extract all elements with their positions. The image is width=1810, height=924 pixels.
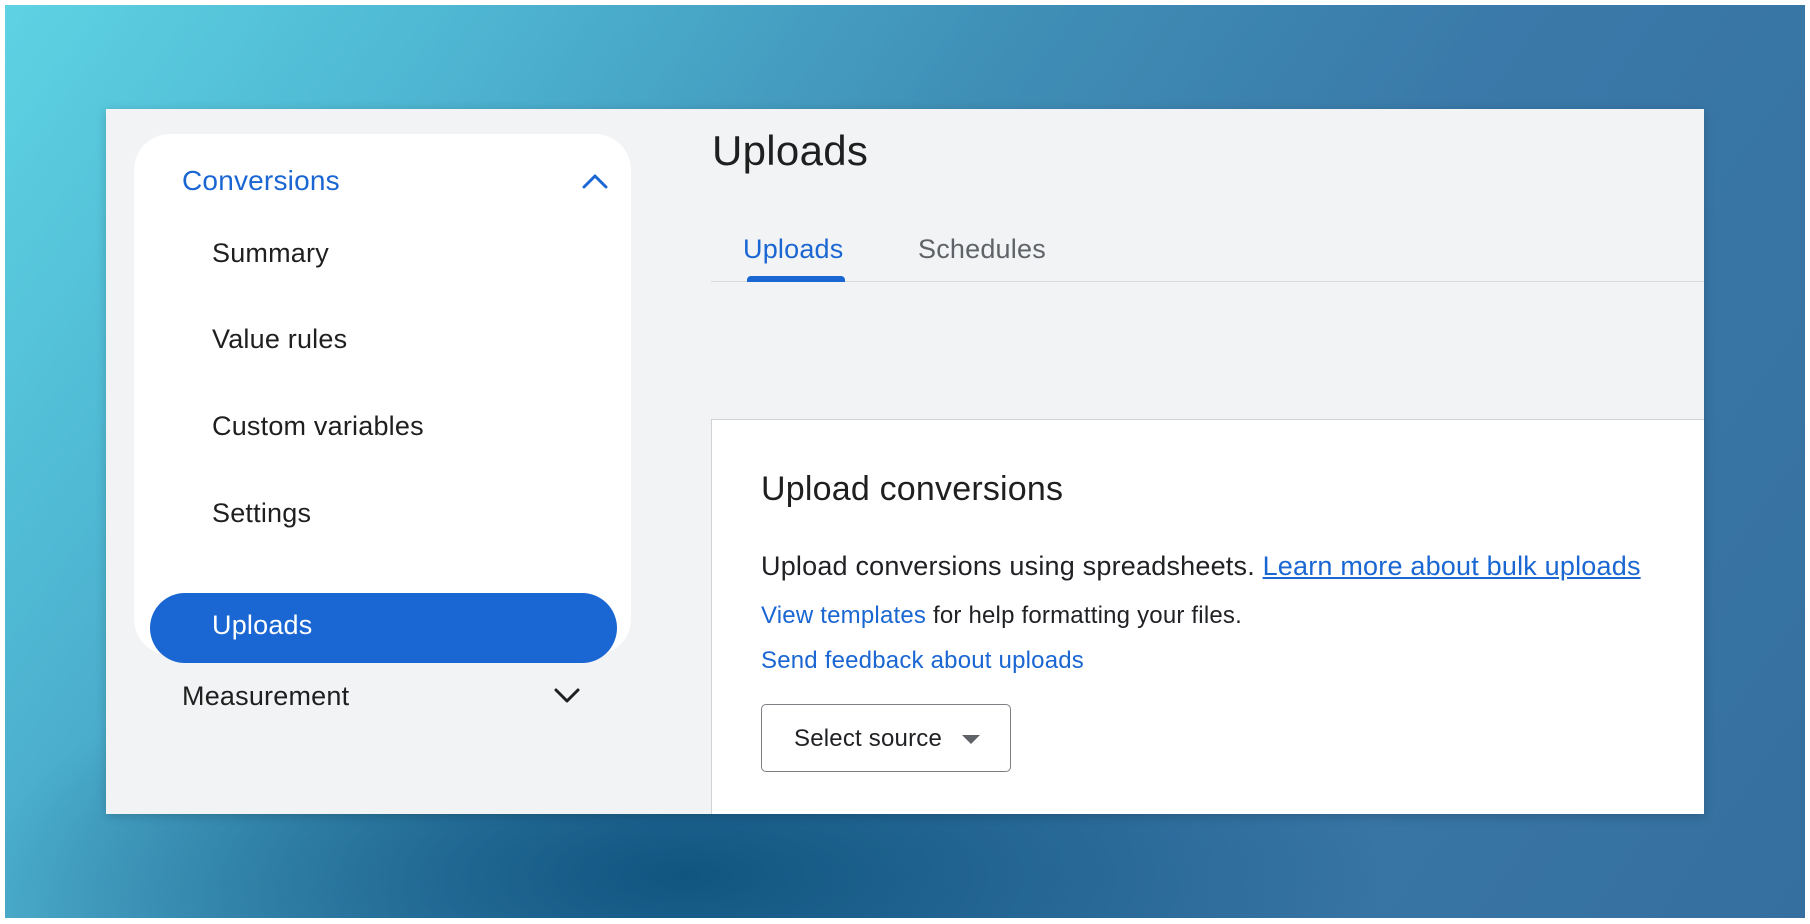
active-tab-indicator [747, 276, 845, 282]
tab-bar: Uploads Schedules [711, 217, 1704, 282]
description-text: Upload conversions using spreadsheets. [761, 551, 1263, 581]
tab-uploads[interactable]: Uploads [743, 234, 843, 265]
select-source-label: Select source [794, 725, 943, 752]
caret-down-icon [962, 735, 980, 744]
sidebar-section-label: Conversions [182, 165, 340, 196]
learn-more-link[interactable]: Learn more about bulk uploads [1263, 551, 1641, 581]
sidebar-item-settings[interactable]: Settings [212, 498, 311, 529]
send-feedback-link[interactable]: Send feedback about uploads [761, 647, 1084, 675]
sidebar-section-conversions[interactable]: Conversions [182, 156, 612, 206]
upload-conversions-card: Upload conversions Upload conversions us… [711, 419, 1704, 814]
chevron-down-icon[interactable] [550, 679, 584, 713]
description-line: Upload conversions using spreadsheets. L… [761, 551, 1641, 582]
sidebar-item-value-rules[interactable]: Value rules [212, 324, 347, 355]
page-background: Conversions Summary Value rules Custom v… [0, 0, 1810, 924]
select-source-dropdown[interactable]: Select source [761, 704, 1011, 772]
sidebar-item-custom-variables[interactable]: Custom variables [212, 411, 424, 442]
tab-schedules[interactable]: Schedules [918, 234, 1046, 265]
sidebar-item-summary[interactable]: Summary [212, 238, 329, 269]
templates-line: View templates for help formatting your … [761, 602, 1242, 630]
measurement-label: Measurement [182, 680, 350, 711]
page-title: Uploads [712, 127, 869, 174]
view-templates-link[interactable]: View templates [761, 602, 926, 629]
chevron-up-icon[interactable] [578, 164, 612, 198]
sidebar-section-measurement[interactable]: Measurement [182, 671, 584, 721]
sidebar-nav-card: Conversions Summary Value rules Custom v… [134, 134, 631, 663]
app-window: Conversions Summary Value rules Custom v… [106, 109, 1704, 814]
card-title: Upload conversions [761, 470, 1064, 508]
sidebar-item-uploads[interactable]: Uploads [150, 593, 617, 663]
sidebar-item-uploads-label: Uploads [212, 610, 313, 640]
templates-suffix-text: for help formatting your files. [926, 602, 1242, 629]
